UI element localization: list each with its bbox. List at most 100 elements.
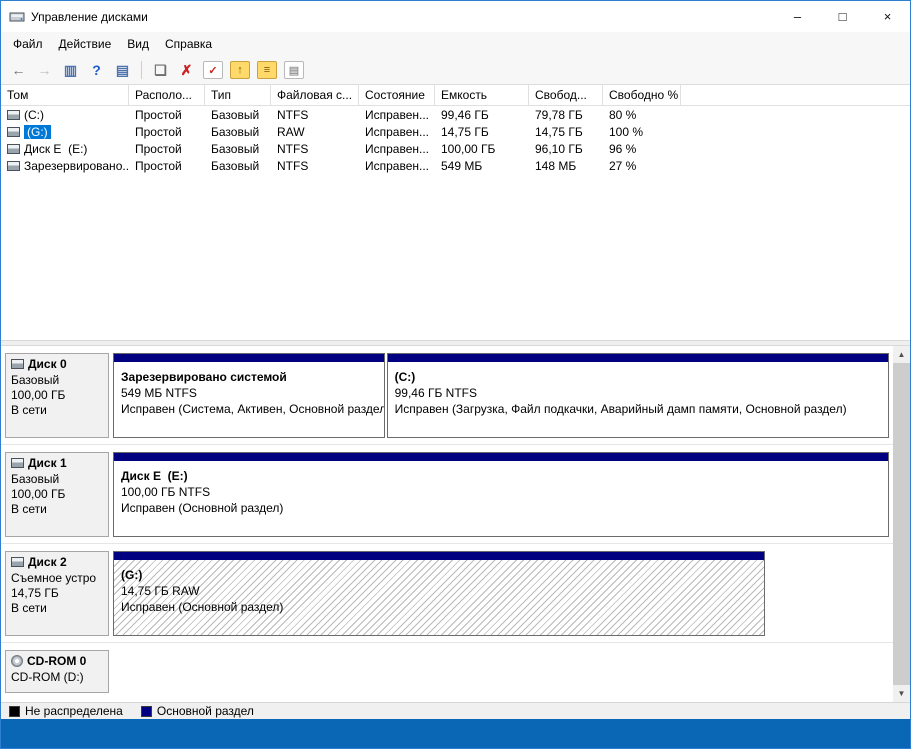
legend-swatch: [9, 706, 20, 717]
partition[interactable]: Диск E (E:)100,00 ГБ NTFSИсправен (Основ…: [113, 452, 889, 537]
partition-area: Диск E (E:)100,00 ГБ NTFSИсправен (Основ…: [113, 452, 889, 537]
volume-cell: 80 %: [603, 108, 681, 122]
scrollbar-thumb[interactable]: [893, 363, 910, 685]
volume-list: ТомРасполо...ТипФайловая с...СостояниеЕм…: [1, 85, 910, 340]
volume-row[interactable]: Диск E (E:)ПростойБазовыйNTFSИсправен...…: [1, 140, 910, 157]
disk-management-window: Управление дисками –□× ФайлДействиеВидСп…: [0, 0, 911, 749]
disk-info-box[interactable]: Диск 1Базовый100,00 ГБВ сети: [5, 452, 109, 537]
disk-name: Диск 1: [11, 456, 103, 470]
volume-icon: [7, 110, 20, 120]
disk-info-line: В сети: [11, 403, 103, 418]
volume-cell: 549 МБ: [435, 159, 529, 173]
disk-info-box[interactable]: Диск 0Базовый100,00 ГБВ сети: [5, 353, 109, 438]
partition-size: 99,46 ГБ NTFS: [395, 385, 881, 401]
document-icon[interactable]: ▤: [284, 61, 304, 79]
volume-list-rows: (C:)ПростойБазовыйNTFSИсправен...99,46 Г…: [1, 106, 910, 174]
volume-cell: Исправен...: [359, 142, 435, 156]
legend-label: Не распределена: [25, 704, 123, 718]
maximize-button[interactable]: □: [820, 1, 865, 32]
legend-label: Основной раздел: [157, 704, 254, 718]
cdrom-icon: [11, 655, 23, 667]
volume-cell: 96 %: [603, 142, 681, 156]
forward-icon[interactable]: →: [33, 59, 56, 81]
disk-info-line: Съемное устро: [11, 571, 103, 586]
delete-volume-icon[interactable]: ✗: [175, 59, 198, 81]
volume-cell: 14,75 ГБ: [435, 125, 529, 139]
partition-body: Диск E (E:)100,00 ГБ NTFSИсправен (Основ…: [114, 461, 888, 536]
console-tree-icon[interactable]: ▥: [59, 59, 82, 81]
partition[interactable]: (C:)99,46 ГБ NTFSИсправен (Загрузка, Фай…: [387, 353, 889, 438]
volume-cell: NTFS: [271, 142, 359, 156]
volume-label: (G:): [24, 125, 51, 139]
disk-info-box[interactable]: Диск 2 Съемное устро14,75 ГБВ сети: [5, 551, 109, 636]
disk-info-line: CD-ROM (D:): [11, 670, 103, 685]
check-disk-icon[interactable]: ✓: [203, 61, 223, 79]
partition-body: (C:)99,46 ГБ NTFSИсправен (Загрузка, Фай…: [388, 362, 888, 437]
volume-row[interactable]: Зарезервировано...ПростойБазовыйNTFSИспр…: [1, 157, 910, 174]
scroll-up-icon[interactable]: ▲: [893, 346, 910, 363]
menu-item-action[interactable]: Действие: [51, 33, 120, 55]
menu-item-file[interactable]: Файл: [5, 33, 51, 55]
partition-type-bar: [114, 552, 764, 560]
export-list-icon[interactable]: ▤: [111, 59, 134, 81]
partition[interactable]: Зарезервировано системой549 МБ NTFSИспра…: [113, 353, 385, 438]
disk-name: CD-ROM 0: [11, 654, 103, 668]
volume-name-cell: Диск E (E:): [1, 142, 129, 156]
folder-tools-icon[interactable]: ≡: [257, 61, 277, 79]
volume-row[interactable]: (C:)ПростойБазовыйNTFSИсправен...99,46 Г…: [1, 106, 910, 123]
volume-cell: Базовый: [205, 108, 271, 122]
column-header-3[interactable]: Файловая с...: [271, 85, 359, 105]
volume-row[interactable]: (G:)ПростойБазовыйRAWИсправен...14,75 ГБ…: [1, 123, 910, 140]
help-icon[interactable]: ?: [85, 59, 108, 81]
disk-info-line: В сети: [11, 601, 103, 616]
column-header-2[interactable]: Тип: [205, 85, 271, 105]
legend-item-1: Основной раздел: [141, 704, 254, 718]
column-header-4[interactable]: Состояние: [359, 85, 435, 105]
partition-body: (G:)14,75 ГБ RAWИсправен (Основной разде…: [114, 560, 764, 635]
volume-cell: Исправен...: [359, 108, 435, 122]
column-header-fill: [681, 85, 910, 105]
disk-name: Диск 2: [11, 555, 103, 569]
disk-name-text: Диск 1: [28, 456, 67, 470]
close-button[interactable]: ×: [865, 1, 910, 32]
minimize-button[interactable]: –: [775, 1, 820, 32]
menu-item-view[interactable]: Вид: [119, 33, 157, 55]
column-header-1[interactable]: Располо...: [129, 85, 205, 105]
toolbar: ←→▥?▤❏✗✓↑≡▤: [1, 56, 910, 85]
disk-info-line: Базовый: [11, 472, 103, 487]
hard-disk-icon: [11, 359, 24, 369]
toolbar-separator: [141, 61, 142, 79]
volume-cell: Базовый: [205, 159, 271, 173]
volume-cell: Базовый: [205, 125, 271, 139]
disk-info-line: 100,00 ГБ: [11, 388, 103, 403]
partition-size: 549 МБ NTFS: [121, 385, 377, 401]
column-header-6[interactable]: Свобод...: [529, 85, 603, 105]
column-header-0[interactable]: Том: [1, 85, 129, 105]
window-title: Управление дисками: [31, 10, 148, 24]
disk-info-line: 14,75 ГБ: [11, 586, 103, 601]
menu-item-help[interactable]: Справка: [157, 33, 220, 55]
disk-info-box[interactable]: CD-ROM 0 CD-ROM (D:): [5, 650, 109, 693]
back-icon[interactable]: ←: [7, 59, 30, 81]
folder-up-icon[interactable]: ↑: [230, 61, 250, 79]
disk-row: Диск 1Базовый100,00 ГБВ сетиДиск E (E:)1…: [1, 445, 893, 544]
properties-icon[interactable]: ❏: [149, 59, 172, 81]
volume-name-cell: (G:): [1, 125, 129, 139]
vertical-scrollbar[interactable]: ▲ ▼: [893, 346, 910, 702]
column-header-5[interactable]: Емкость: [435, 85, 529, 105]
volume-cell: 100 %: [603, 125, 681, 139]
partition-type-bar: [114, 354, 384, 362]
partition-size: 100,00 ГБ NTFS: [121, 484, 881, 500]
volume-label: Диск E (E:): [24, 142, 87, 156]
volume-cell: NTFS: [271, 108, 359, 122]
volume-cell: 99,46 ГБ: [435, 108, 529, 122]
volume-cell: NTFS: [271, 159, 359, 173]
scroll-down-icon[interactable]: ▼: [893, 685, 910, 702]
volume-cell: Исправен...: [359, 159, 435, 173]
partition[interactable]: (G:)14,75 ГБ RAWИсправен (Основной разде…: [113, 551, 765, 636]
volume-cell: 148 МБ: [529, 159, 603, 173]
partition-type-bar: [388, 354, 888, 362]
column-header-7[interactable]: Свободно %: [603, 85, 681, 105]
disk-name: Диск 0: [11, 357, 103, 371]
disk-row: Диск 0Базовый100,00 ГБВ сетиЗарезервиров…: [1, 346, 893, 445]
